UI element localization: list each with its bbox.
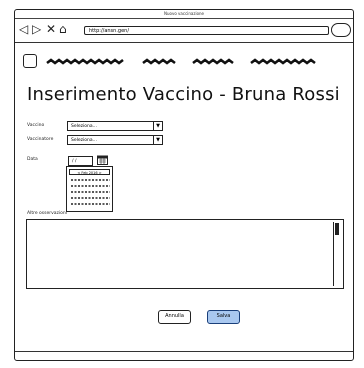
close-icon[interactable]: ✕	[46, 23, 56, 35]
calendar-month-header[interactable]: < Feb 2016 >	[69, 169, 110, 175]
scribbled-heading	[46, 58, 316, 65]
note-label: Altre osservazioni	[27, 211, 67, 216]
chevron-down-icon[interactable]: ▼	[153, 136, 162, 144]
vaccino-select[interactable]: Seleziona... ▼	[67, 121, 163, 131]
browser-toolbar: ◁ ▷ ✕ ⌂ http://ansn.gen/	[15, 18, 353, 43]
textarea-scrollbar[interactable]	[333, 222, 341, 286]
scrollbar-thumb[interactable]	[335, 223, 339, 235]
vaccino-select-value: Seleziona...	[71, 124, 97, 129]
vaccinatore-select-value: Seleziona...	[71, 138, 97, 143]
search-oval[interactable]	[331, 23, 351, 37]
vaccino-label: Vaccino	[27, 123, 45, 128]
date-input[interactable]: / /	[68, 156, 93, 166]
vaccinatore-label: Vaccinatore	[27, 137, 54, 142]
calendar-popup[interactable]: < Feb 2016 >	[66, 166, 113, 212]
calendar-icon[interactable]	[97, 155, 108, 165]
calendar-day-grid[interactable]	[70, 177, 111, 210]
header-checkbox[interactable]	[23, 54, 37, 68]
home-icon[interactable]: ⌂	[59, 23, 67, 35]
back-arrow-icon[interactable]: ◁	[19, 23, 28, 35]
save-button[interactable]: Salva	[207, 310, 240, 324]
forward-arrow-icon[interactable]: ▷	[32, 23, 41, 35]
page-title: Inserimento Vaccino - Bruna Rossi	[27, 84, 340, 105]
chevron-down-icon[interactable]: ▼	[153, 122, 162, 130]
cancel-button[interactable]: Annulla	[158, 310, 191, 324]
vaccinatore-select[interactable]: Seleziona... ▼	[67, 135, 163, 145]
url-bar[interactable]: http://ansn.gen/	[84, 26, 329, 35]
browser-window: Nuovo vaccinazione ◁ ▷ ✕ ⌂ http://ansn.g…	[14, 9, 354, 361]
note-textarea[interactable]	[26, 219, 344, 289]
data-label: Data	[27, 157, 38, 162]
status-bar	[15, 351, 353, 360]
